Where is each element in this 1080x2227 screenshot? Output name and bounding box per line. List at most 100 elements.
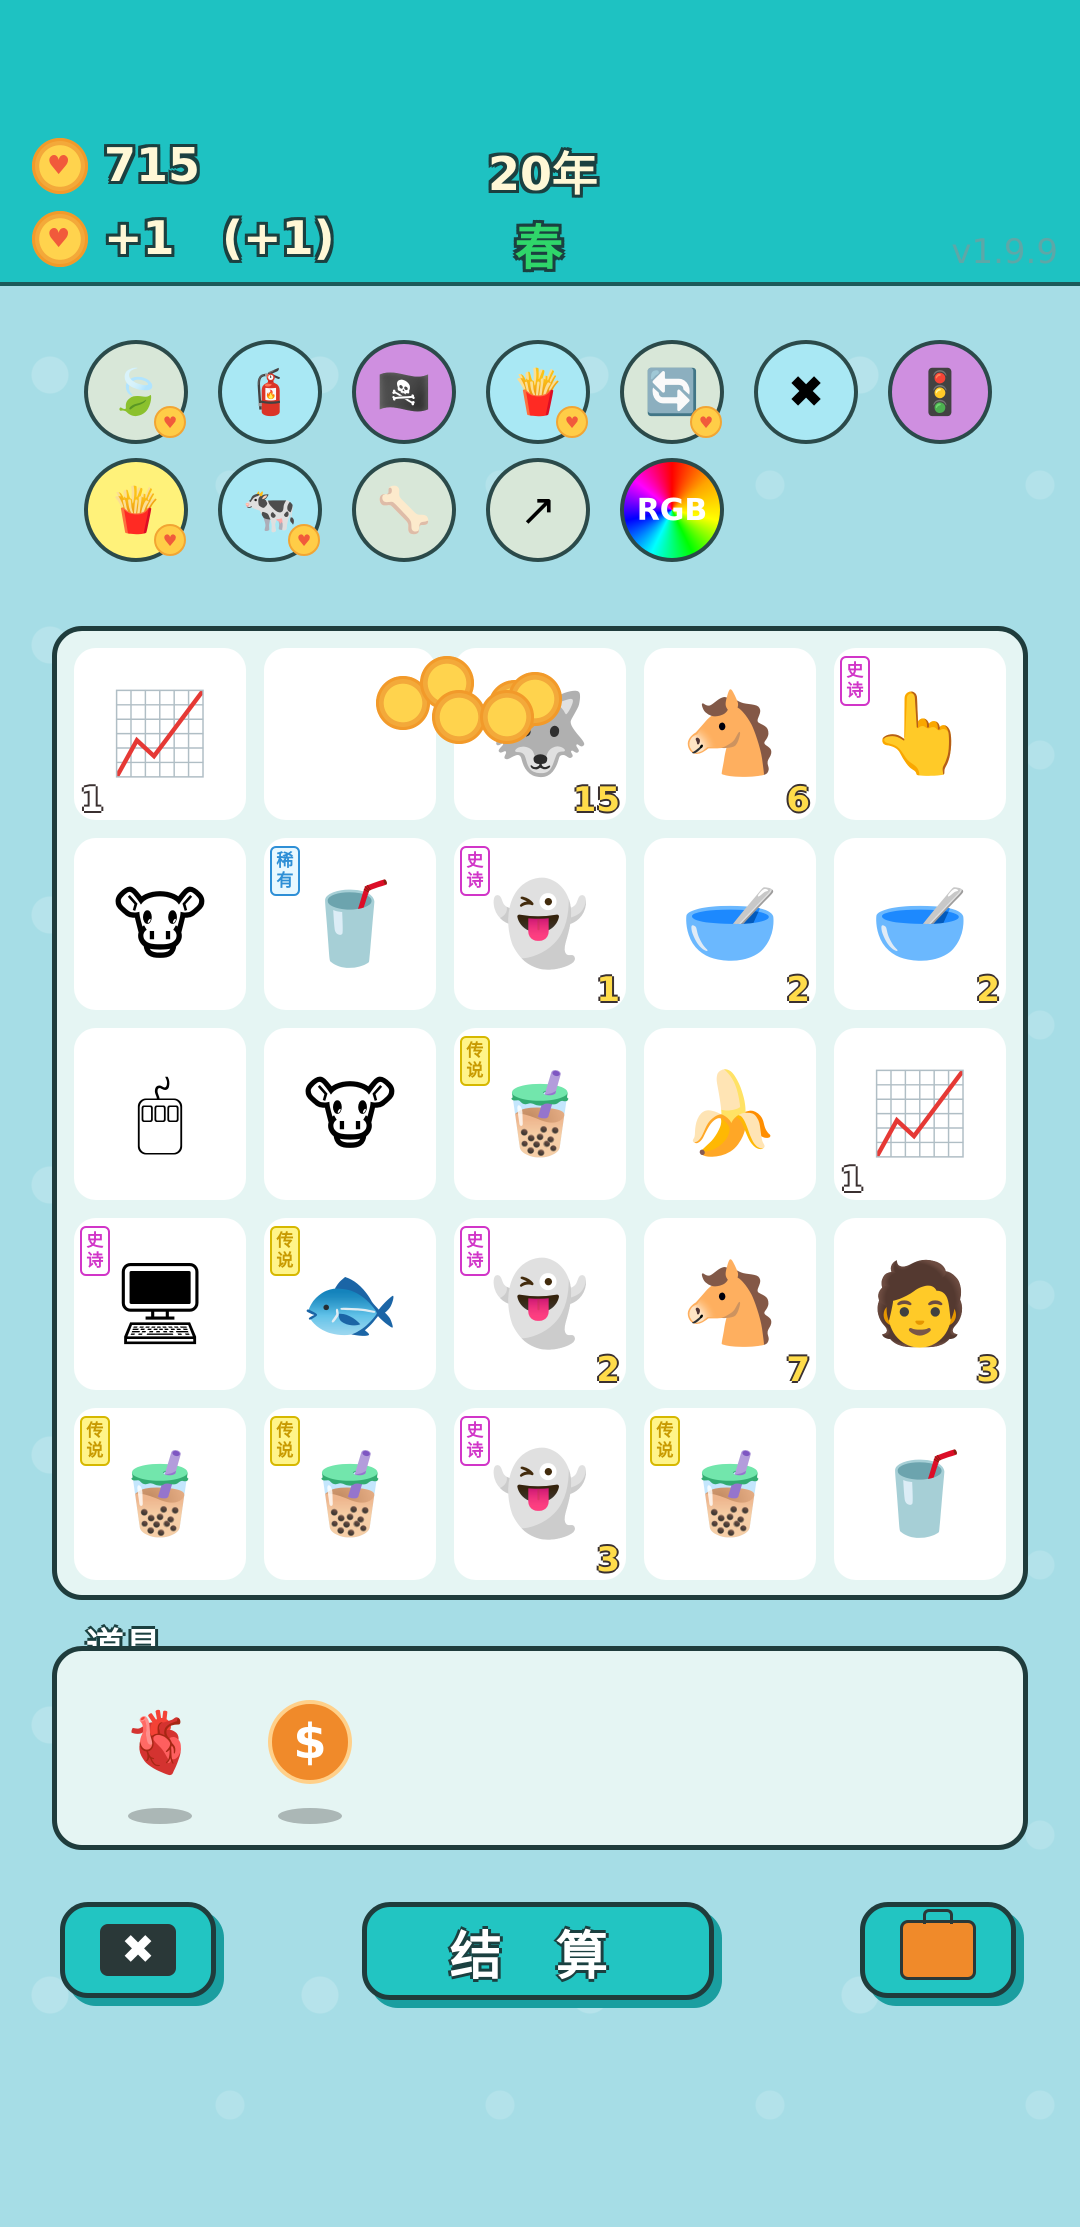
dollar-coin-icon[interactable]: $ xyxy=(268,1700,352,1784)
item-count: 3 xyxy=(596,1540,620,1580)
rarity-tag: 史诗 xyxy=(460,846,490,896)
ghost-icon: 👻 xyxy=(490,1257,590,1350)
income-value: +1 xyxy=(104,211,175,265)
refresh-icon[interactable]: 🔄 ♥ xyxy=(620,340,724,444)
cow-icon: 🐮 xyxy=(112,877,208,971)
season-label: 春 xyxy=(515,220,564,276)
item-count: 7 xyxy=(786,1350,810,1390)
grid-cell[interactable]: 🐴 6 xyxy=(644,648,816,820)
graphics-card-icon: 🖥 xyxy=(109,1257,211,1350)
top-bar: ♥ 715 ♥ +1 (+1) 20年 春 v1.9.9 xyxy=(0,0,1080,286)
grid-cell[interactable]: 👻 史诗 3 xyxy=(454,1408,626,1580)
grid-cell[interactable] xyxy=(264,648,436,820)
ghost-icon: 👻 xyxy=(490,1447,590,1540)
settle-button[interactable]: 结 算 xyxy=(362,1902,714,2000)
cows-icon[interactable]: 🐄 ♥ xyxy=(218,458,322,562)
chopsticks-icon[interactable]: ✖ xyxy=(754,340,858,444)
heart-badge-icon: ♥ xyxy=(154,524,186,556)
fries-icon[interactable]: 🍟 ♥ xyxy=(84,458,188,562)
small-cup-icon: 🥤 xyxy=(300,877,400,970)
grid-cell[interactable]: 🧋 传说 xyxy=(74,1408,246,1580)
close-tag-icon: ✖ xyxy=(100,1924,176,1976)
item-count: 2 xyxy=(786,970,810,1010)
discard-button[interactable]: ✖ xyxy=(60,1902,216,1998)
grid-cell[interactable]: 🥣 2 xyxy=(834,838,1006,1010)
bubble-tea-icon: 🧋 xyxy=(490,1067,590,1160)
grid-cell[interactable]: 🍌 xyxy=(644,1028,816,1200)
item-count: 3 xyxy=(976,1350,1000,1390)
rarity-tag: 传说 xyxy=(270,1416,300,1466)
rarity-tag: 传说 xyxy=(80,1416,110,1466)
rarity-tag: 史诗 xyxy=(840,656,870,706)
mouse-icon: 🖱 xyxy=(136,1067,184,1160)
upgrade-arrow-icon[interactable]: ↗ xyxy=(486,458,590,562)
horse-icon: 🐴 xyxy=(680,687,780,780)
bubble-tea-icon: 🧋 xyxy=(680,1447,780,1540)
coin-total: 715 xyxy=(104,138,201,192)
grid-cell[interactable]: 🧋 传说 xyxy=(644,1408,816,1580)
heart-badge-icon: ♥ xyxy=(556,406,588,438)
settle-label: 结 算 xyxy=(449,1926,627,1987)
item-count: 6 xyxy=(786,780,810,820)
grid-cell[interactable]: 📈 1 xyxy=(74,648,246,820)
briefcase-icon xyxy=(900,1909,976,1980)
grid-cell[interactable]: 🧋 传说 xyxy=(264,1408,436,1580)
grid-cell[interactable]: 🥤 xyxy=(834,1408,1006,1580)
item-count: 2 xyxy=(596,1350,620,1390)
item-count: 2 xyxy=(976,970,1000,1010)
item-count: 1 xyxy=(596,970,620,1010)
koi-fish-icon: 🐟 xyxy=(300,1257,400,1350)
bubble-tea-icon: 🧋 xyxy=(300,1447,400,1540)
tool-shadow xyxy=(128,1808,192,1824)
rarity-tag: 传说 xyxy=(650,1416,680,1466)
pump-icon[interactable]: 🧯 xyxy=(218,340,322,444)
eyepatch-icon[interactable]: 🏴‍☠️ xyxy=(352,340,456,444)
income-coin-icon: ♥ xyxy=(32,211,88,267)
heart-badge-icon: ♥ xyxy=(288,524,320,556)
grid-cell[interactable]: 🥤 稀有 xyxy=(264,838,436,1010)
rarity-tag: 传说 xyxy=(270,1226,300,1276)
inventory-button[interactable] xyxy=(860,1902,1016,1998)
bubble-tea-icon: 🧋 xyxy=(110,1447,210,1540)
rgb-icon[interactable]: RGB xyxy=(620,458,724,562)
grid-cell[interactable]: 📈 1 xyxy=(834,1028,1006,1200)
grid-cell[interactable]: 🐴 7 xyxy=(644,1218,816,1390)
grid-cell[interactable]: 🥣 2 xyxy=(644,838,816,1010)
grid-cell[interactable]: 🧋 传说 xyxy=(454,1028,626,1200)
item-count: 1 xyxy=(840,1160,864,1200)
leaf-icon[interactable]: 🍃 ♥ xyxy=(84,340,188,444)
grid-cell[interactable]: 🖥 史诗 xyxy=(74,1218,246,1390)
cow-icon: 🐮 xyxy=(302,1067,398,1161)
grid-cell[interactable]: 🐟 传说 xyxy=(264,1218,436,1390)
banana-icon: 🍌 xyxy=(680,1067,780,1160)
grid-cell[interactable]: 🧑 3 xyxy=(834,1218,1006,1390)
horse-icon: 🐴 xyxy=(680,1257,780,1350)
ghost-traffic-icon[interactable]: 🚦 xyxy=(888,340,992,444)
rarity-tag: 史诗 xyxy=(460,1226,490,1276)
grid-cell[interactable]: 🐮 xyxy=(74,838,246,1010)
small-cup-icon: 🥤 xyxy=(870,1447,970,1540)
heart-badge-icon: ♥ xyxy=(690,406,722,438)
grid-cell[interactable]: 👻 史诗 1 xyxy=(454,838,626,1010)
grid-cell[interactable]: 👆 史诗 xyxy=(834,648,1006,820)
grid-cell[interactable]: 🖱 xyxy=(74,1028,246,1200)
liver-icon[interactable]: 🫀 xyxy=(118,1700,202,1784)
glass-bowl-icon: 🥣 xyxy=(680,877,780,970)
fries-icon[interactable]: 🍟 ♥ xyxy=(486,340,590,444)
tool-shadow xyxy=(278,1808,342,1824)
rarity-tag: 传说 xyxy=(460,1036,490,1086)
rarity-tag: 史诗 xyxy=(80,1226,110,1276)
grid-cell[interactable]: 👻 史诗 2 xyxy=(454,1218,626,1390)
pet-bowl-icon[interactable]: 🦴 xyxy=(352,458,456,562)
heart-badge-icon: ♥ xyxy=(154,406,186,438)
glass-bowl-icon: 🥣 xyxy=(870,877,970,970)
item-count: 1 xyxy=(80,780,104,820)
grid-cell[interactable]: 🐮 xyxy=(264,1028,436,1200)
item-count: 15 xyxy=(572,780,620,820)
ghost-icon: 👻 xyxy=(490,877,590,970)
coin-icon: ♥ xyxy=(32,138,88,194)
masked-man-icon: 🧑 xyxy=(870,1257,970,1350)
year-label: 20年 xyxy=(488,147,599,201)
rarity-tag: 稀有 xyxy=(270,846,300,896)
rarity-tag: 史诗 xyxy=(460,1416,490,1466)
